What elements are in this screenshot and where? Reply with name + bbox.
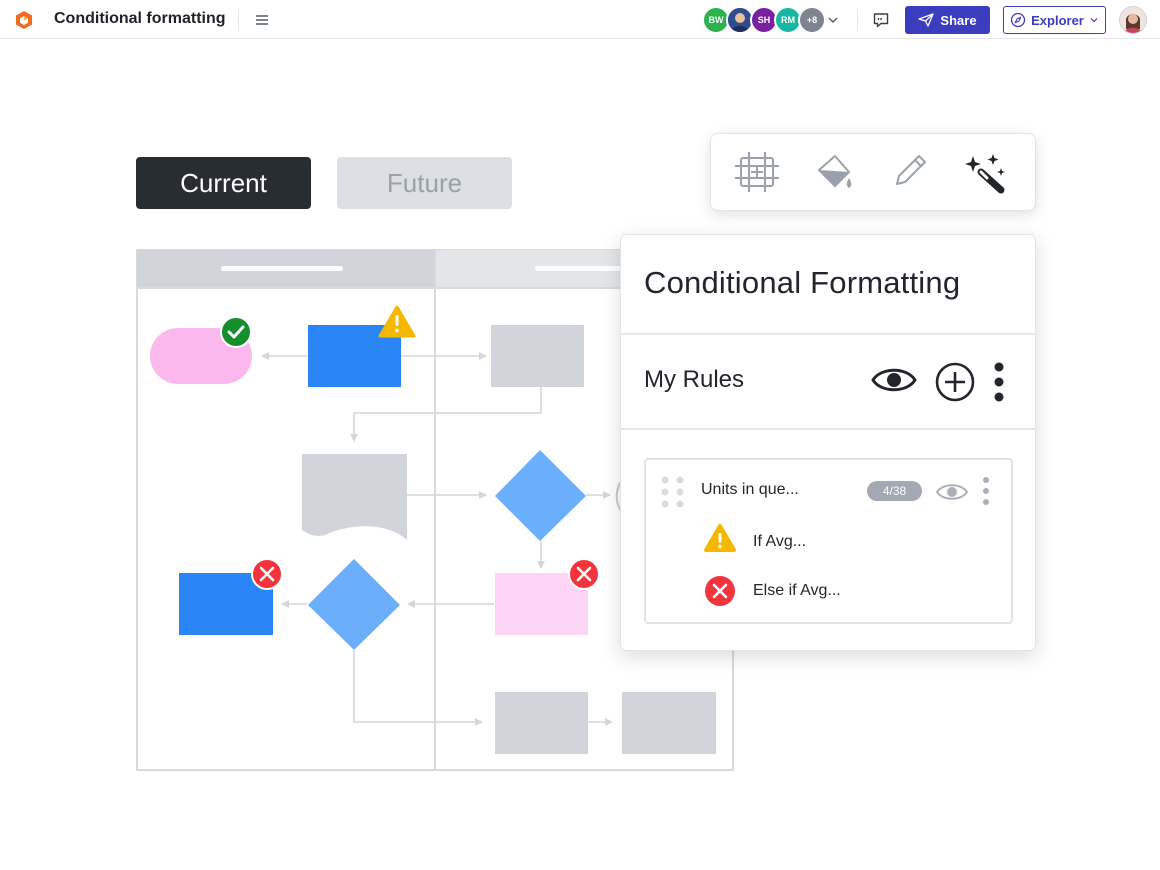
process-shape-gray[interactable]: [622, 692, 716, 754]
lane-header-1[interactable]: [221, 266, 343, 271]
divider: [621, 333, 1035, 335]
condition-text[interactable]: Else if Avg...: [753, 582, 841, 600]
paint-bucket-icon[interactable]: [811, 150, 855, 194]
error-x-icon: [251, 558, 283, 590]
condition-text[interactable]: If Avg...: [753, 533, 806, 551]
rule-visibility-eye-icon[interactable]: [935, 480, 969, 504]
process-shape-gray[interactable]: [491, 325, 584, 387]
process-shape-gray[interactable]: [495, 692, 588, 754]
drag-handle-icon[interactable]: [660, 475, 686, 509]
add-rule-plus-icon[interactable]: [935, 362, 975, 402]
rule-more-options-icon[interactable]: [981, 476, 991, 506]
success-check-icon: [220, 316, 252, 348]
eye-icon[interactable]: [871, 363, 917, 397]
warning-icon: [704, 524, 736, 552]
magic-wand-icon[interactable]: [963, 150, 1007, 194]
more-options-icon[interactable]: [991, 361, 1007, 403]
formatting-toolbar: [710, 133, 1036, 211]
match-count-badge: 4/38: [867, 481, 922, 501]
error-x-icon: [568, 558, 600, 590]
error-icon: [705, 576, 735, 606]
conditional-formatting-panel: Conditional Formatting My Rules Units in…: [620, 234, 1036, 651]
panel-title: Conditional Formatting: [644, 265, 961, 300]
rule-name[interactable]: Units in que...: [701, 481, 799, 499]
rule-card[interactable]: Units in que... 4/38 If Avg... Else if A…: [644, 458, 1013, 624]
rules-heading: My Rules: [644, 366, 745, 393]
select-frame-icon[interactable]: [735, 150, 779, 194]
pencil-icon[interactable]: [887, 150, 931, 194]
divider: [621, 428, 1035, 430]
